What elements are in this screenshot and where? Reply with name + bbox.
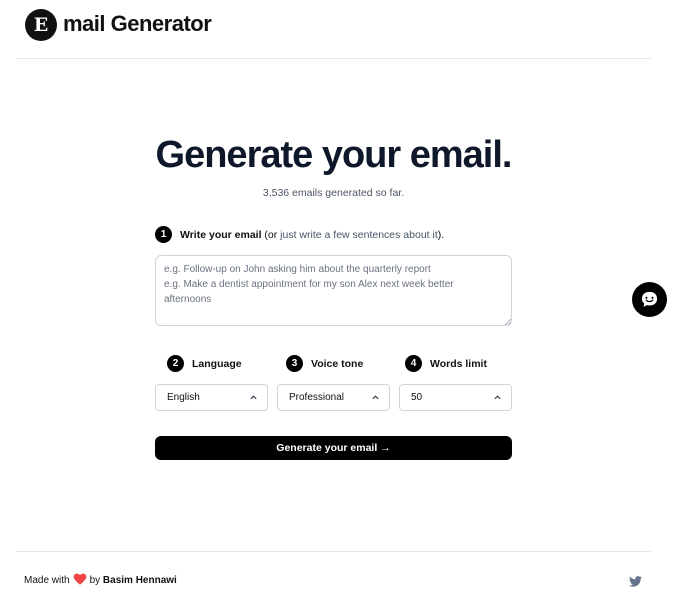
step-3-label: Voice tone [311,358,364,370]
language-select[interactable]: English [155,384,268,411]
page: E mail Generator Generate your email. 3,… [0,0,673,600]
logo-icon[interactable]: E [25,9,57,41]
words-limit-select-value: 50 [411,392,423,403]
generate-email-button[interactable]: Generate your email → [155,436,512,460]
step-2-badge: 2 [167,355,184,372]
step-1-label: Write your email [180,229,262,241]
twitter-icon[interactable] [629,576,642,587]
header-divider [16,58,651,59]
chat-button[interactable] [632,282,667,317]
heart-icon [73,573,86,585]
step-1-paren-open: (or [264,229,281,241]
step-1-badge: 1 [155,226,172,243]
header: E mail Generator [0,0,673,58]
email-description-input[interactable] [155,255,512,326]
words-limit-select[interactable]: 50 [399,384,512,411]
step-1-label-row: Write your email (or just write a few se… [180,229,444,241]
chevron-up-icon [250,395,257,400]
tone-select-value: Professional [289,392,345,403]
author-link[interactable]: Basim Hennawi [103,575,177,586]
step-1-hint-link[interactable]: just write a few sentences about it [280,229,438,241]
chat-icon [641,291,658,307]
made-with-text: Made with [24,575,70,586]
step-2-label: Language [192,358,242,370]
emails-counter: 3,536 emails generated so far. [262,187,405,199]
brand-name[interactable]: mail Generator [63,11,212,37]
tone-select[interactable]: Professional [277,384,390,411]
page-title: Generate your email. [155,134,513,176]
step-3-badge: 3 [286,355,303,372]
step-1-paren-close: ). [437,229,445,241]
chevron-up-icon [372,395,379,400]
footer-credit: Made with by Basim Hennawi [24,573,177,586]
by-text: by [89,575,101,586]
footer-divider [16,551,651,552]
step-4-label: Words limit [430,358,487,370]
step-4-badge: 4 [405,355,422,372]
chevron-up-icon [494,395,501,400]
language-select-value: English [167,392,200,403]
